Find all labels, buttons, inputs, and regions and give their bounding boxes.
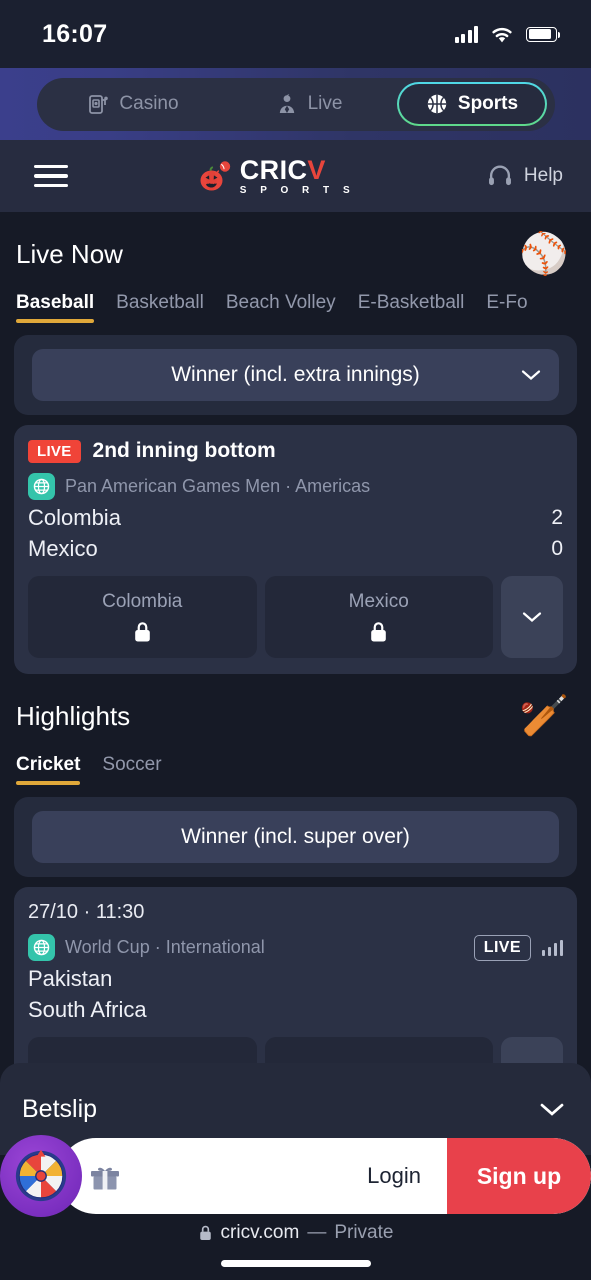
slot-machine-icon <box>89 95 109 114</box>
lock-icon <box>134 621 150 641</box>
match-card-live-top: LIVE 2nd inning bottom <box>28 439 563 463</box>
live-now-tabs: Baseball Basketball Beach Volley E-Baske… <box>0 274 591 323</box>
nav-label-sports: Sports <box>457 93 519 114</box>
away-team-score: 0 <box>551 537 563 560</box>
league-name: Pan American Games Men · Americas <box>65 476 371 496</box>
basketball-icon <box>427 94 447 114</box>
tab-beach-volley[interactable]: Beach Volley <box>226 292 336 323</box>
auth-inner: Login Sign up <box>58 1138 591 1214</box>
market-label-live: Winner (incl. extra innings) <box>171 363 420 386</box>
logo-text: CRICV S P O R T S <box>239 154 356 196</box>
tab-e-football[interactable]: E-Fo <box>486 292 527 323</box>
live-now-market-wrap: Winner (incl. extra innings) <box>14 335 577 415</box>
home-team-name: Pakistan <box>28 966 113 991</box>
wifi-icon <box>492 27 512 42</box>
nav-item-casino[interactable]: Casino <box>45 82 221 126</box>
live-now-header: Live Now ⚾ <box>0 212 591 274</box>
match-status: 2nd inning bottom <box>92 439 276 462</box>
help-button[interactable]: Help <box>486 162 563 190</box>
fortune-wheel-icon[interactable] <box>0 1135 82 1217</box>
away-team-name: South Africa <box>28 997 147 1022</box>
match-datetime: 27/10 · 11:30 <box>28 901 145 923</box>
team-row-home: Colombia 2 <box>28 505 563 531</box>
odd-label-home: Colombia <box>102 590 183 612</box>
highlights-market-wrap: Winner (incl. super over) <box>14 797 577 877</box>
headset-icon <box>488 165 511 186</box>
pumpkin-cricket-ball-icon <box>200 161 230 191</box>
chevron-down-icon <box>522 612 542 622</box>
help-label: Help <box>523 165 563 186</box>
league-right-icons: LIVE <box>473 934 563 961</box>
tab-basketball[interactable]: Basketball <box>116 292 204 323</box>
chevron-down-icon[interactable] <box>539 1102 565 1117</box>
nav-label-live: Live <box>307 93 343 114</box>
tab-baseball[interactable]: Baseball <box>16 292 95 323</box>
odd-label-away: Mexico <box>348 590 409 612</box>
browser-url-text: cricv.com <box>220 1222 300 1243</box>
match-card-highlights-top: 27/10 · 11:30 <box>28 901 563 924</box>
expand-odds-button[interactable] <box>501 576 563 658</box>
highlights-title: Highlights <box>16 700 131 731</box>
lock-icon <box>371 621 387 641</box>
gift-icon[interactable] <box>88 1160 122 1192</box>
nav-item-sports[interactable]: Sports <box>397 82 547 126</box>
statistics-icon[interactable] <box>541 939 563 956</box>
baseball-icon: ⚾ <box>519 232 569 276</box>
market-selector-live[interactable]: Winner (incl. extra innings) <box>32 349 559 401</box>
browser-dash: — <box>307 1222 327 1243</box>
league-row-highlights: World Cup · International LIVE <box>28 934 563 961</box>
auth-bar: Login Sign up <box>0 1135 591 1217</box>
nav-label-casino: Casino <box>119 93 179 114</box>
globe-icon <box>28 473 55 500</box>
tab-cricket[interactable]: Cricket <box>16 754 81 785</box>
tab-soccer[interactable]: Soccer <box>102 754 161 785</box>
home-indicator <box>220 1260 371 1267</box>
logo-sub-text: S P O R T S <box>239 184 356 196</box>
team-row-home: Pakistan <box>28 966 563 992</box>
chevron-down-icon <box>521 370 541 380</box>
home-team-name: Colombia <box>28 505 121 530</box>
browser-private-label: Private <box>334 1222 394 1243</box>
app-header: CRICV S P O R T S Help <box>0 140 591 212</box>
team-row-away: Mexico 0 <box>28 536 563 562</box>
market-selector-highlights[interactable]: Winner (incl. super over) <box>32 811 559 863</box>
status-badge: LIVE <box>28 439 81 463</box>
league-name: World Cup · International <box>65 937 265 957</box>
market-label-highlights: Winner (incl. super over) <box>181 825 410 848</box>
live-now-title: Live Now <box>16 238 123 269</box>
segment-control: Casino Live Sports <box>36 77 555 131</box>
live-stream-badge[interactable]: LIVE <box>473 934 531 961</box>
odd-button-home[interactable]: Colombia <box>28 576 257 658</box>
odd-button-away[interactable]: Mexico <box>264 576 493 658</box>
odds-row-live: Colombia Mexico <box>28 576 563 658</box>
globe-icon <box>28 934 55 961</box>
away-team-name: Mexico <box>28 536 98 561</box>
hamburger-menu-icon[interactable] <box>34 159 68 193</box>
signup-button[interactable]: Sign up <box>447 1138 591 1214</box>
live-dealer-icon <box>279 94 294 113</box>
league-row-live: Pan American Games Men · Americas <box>28 473 563 500</box>
app-logo[interactable]: CRICV S P O R T S <box>199 154 356 196</box>
highlights-tabs: Cricket Soccer <box>0 736 591 785</box>
nav-item-live[interactable]: Live <box>221 82 397 126</box>
status-icons <box>454 25 561 44</box>
cricket-bat-ball-icon: 🏏 <box>519 694 569 738</box>
highlights-header: Highlights 🏏 <box>0 674 591 736</box>
browser-bar: cricv.com — Private <box>0 1214 591 1280</box>
team-row-away: South Africa <box>28 997 563 1023</box>
status-bar: 16:07 <box>0 0 591 68</box>
tab-e-basketball[interactable]: E-Basketball <box>358 292 465 323</box>
login-button[interactable]: Login <box>341 1163 447 1189</box>
match-card-live[interactable]: LIVE 2nd inning bottom Pan American Game… <box>14 425 577 674</box>
cellular-signal-icon <box>454 25 478 43</box>
logo-main-text: CRICV <box>239 154 326 185</box>
lock-icon <box>199 1225 211 1241</box>
browser-url-bar[interactable]: cricv.com — Private <box>198 1222 394 1244</box>
top-nav: Casino Live Sports <box>0 68 591 140</box>
home-team-score: 2 <box>551 506 563 529</box>
status-time: 16:07 <box>42 19 108 48</box>
betslip-title: Betslip <box>22 1094 98 1123</box>
battery-icon <box>526 26 561 42</box>
